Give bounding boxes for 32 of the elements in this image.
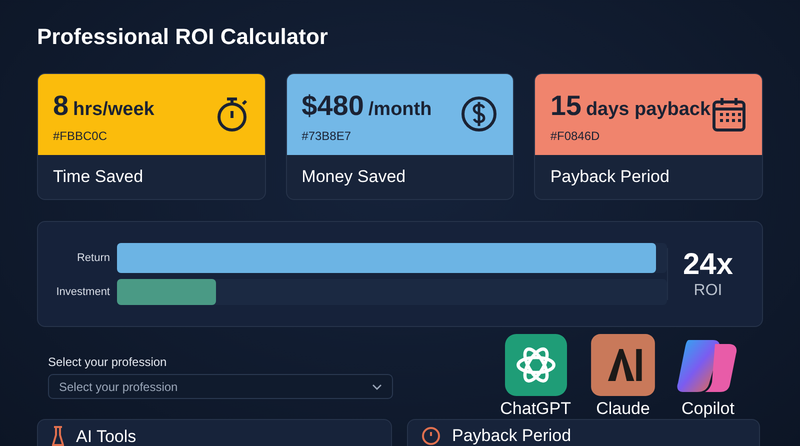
metric-value: 8 bbox=[53, 90, 69, 121]
metric-label: Money Saved bbox=[302, 167, 406, 187]
section-title: AI Tools bbox=[76, 426, 136, 446]
slash-logo-icon[interactable] bbox=[589, 334, 657, 396]
profession-dropdown[interactable]: Select your profession bbox=[48, 374, 393, 399]
metric-unit: days payback bbox=[586, 99, 711, 120]
page-title: Professional ROI Calculator bbox=[37, 23, 329, 51]
flask-icon bbox=[52, 426, 64, 446]
bar-label: Return bbox=[76, 252, 111, 264]
metric-value: 15 bbox=[550, 90, 582, 121]
tool-name: ChatGPT bbox=[500, 399, 571, 419]
metric-value: $480 bbox=[302, 90, 364, 121]
knot-logo-icon[interactable] bbox=[502, 334, 569, 396]
dollar-icon bbox=[461, 96, 498, 132]
stopwatch-icon bbox=[214, 96, 249, 132]
roi-label: ROI bbox=[694, 282, 722, 300]
color-code: #73B8E7 bbox=[302, 129, 352, 143]
metric-label: Payback Period bbox=[550, 167, 670, 187]
metric-unit: hrs/week bbox=[73, 99, 154, 120]
chevron-icon bbox=[372, 384, 382, 390]
calendar-icon bbox=[712, 96, 746, 132]
tool-name: Copilot bbox=[682, 399, 734, 419]
color-code: #FBBC0C bbox=[53, 129, 108, 143]
roi-value: 24x bbox=[682, 248, 734, 282]
section-title: Payback Period bbox=[452, 426, 572, 445]
color-code: #F0846D bbox=[550, 129, 601, 143]
clock-icon bbox=[422, 426, 440, 444]
metric-label: Time Saved bbox=[53, 167, 144, 187]
field-label: Select your profession bbox=[48, 355, 168, 369]
tool-name: Claude bbox=[596, 399, 650, 419]
bar-label: Investment bbox=[55, 286, 111, 298]
metric-unit: /month bbox=[368, 99, 432, 120]
